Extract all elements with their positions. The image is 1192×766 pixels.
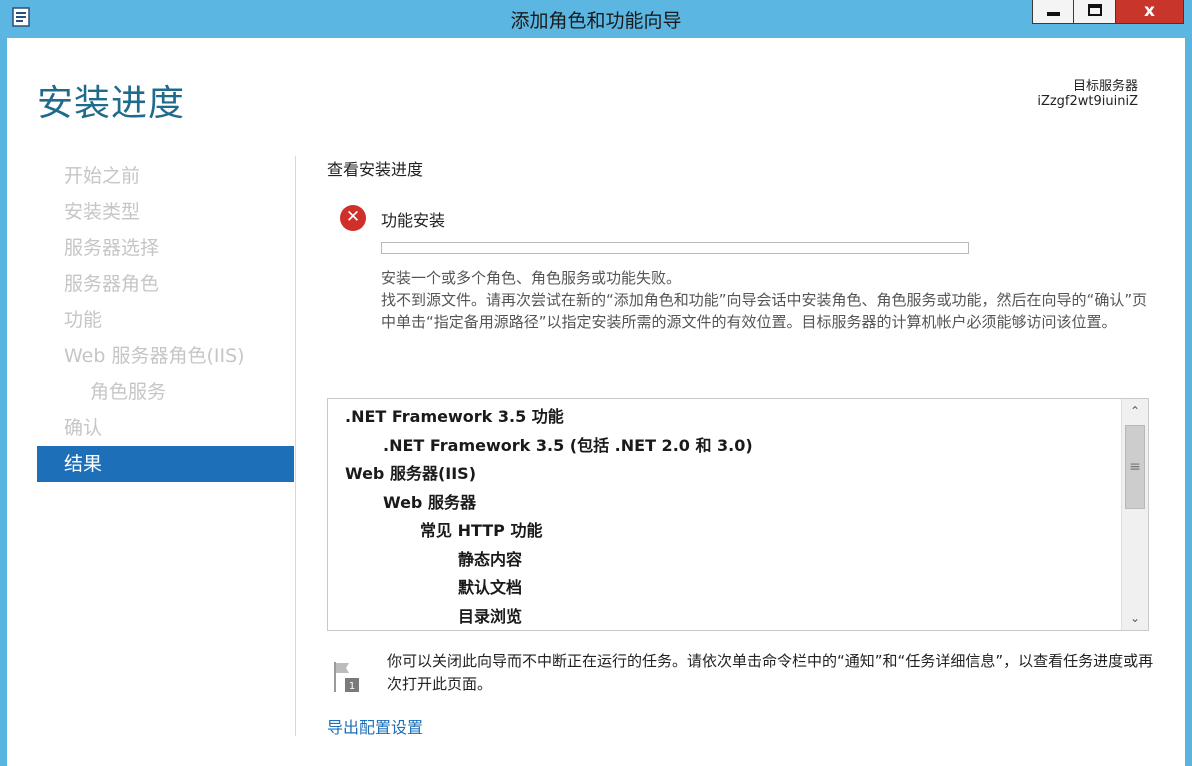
list-item: .NET Framework 3.5 功能 xyxy=(345,407,564,426)
install-progress-bar xyxy=(381,242,969,254)
minimize-icon xyxy=(1047,12,1060,16)
close-icon: x xyxy=(1144,1,1155,21)
list-item: .NET Framework 3.5 (包括 .NET 2.0 和 3.0) xyxy=(383,435,753,455)
section-title: 查看安装进度 xyxy=(327,160,424,179)
target-server-name: iZzgf2wt9iuiniZ xyxy=(1037,94,1138,109)
scroll-thumb[interactable]: ≡ xyxy=(1125,425,1145,509)
features-list-content: .NET Framework 3.5 功能 .NET Framework 3.5… xyxy=(345,403,1114,630)
nav-item-confirmation[interactable]: 确认 xyxy=(37,410,294,446)
nav-item-results[interactable]: 结果 xyxy=(37,446,294,482)
nav-divider xyxy=(295,156,296,736)
nav-item-server-roles[interactable]: 服务器角色 xyxy=(37,266,294,302)
list-item: Web 服务器 xyxy=(383,492,476,512)
list-item: 目录浏览 xyxy=(458,606,523,626)
error-message-summary: 安装一个或多个角色、角色服务或功能失败。 xyxy=(381,269,682,287)
window-title: 添加角色和功能向导 xyxy=(510,10,682,32)
nav-item-installation-type[interactable]: 安装类型 xyxy=(37,194,294,230)
main-content: 查看安装进度 ✕ 功能安装 安装一个或多个角色、角色服务或功能失败。 找不到源文… xyxy=(327,156,1157,737)
nav-item-role-services[interactable]: 角色服务 xyxy=(37,374,294,410)
page-title: 安装进度 xyxy=(37,83,186,124)
title-bar: 添加角色和功能向导 x xyxy=(0,0,1192,38)
list-item: 常见 HTTP 功能 xyxy=(420,521,543,540)
svg-text:1: 1 xyxy=(349,681,355,692)
wizard-nav: 开始之前 安装类型 服务器选择 服务器角色 功能 Web 服务器角色(IIS) … xyxy=(37,158,294,482)
features-scrollbar[interactable]: ⌃ ≡ ⌄ xyxy=(1121,399,1148,630)
maximize-icon xyxy=(1088,4,1102,16)
nav-item-features[interactable]: 功能 xyxy=(37,302,294,338)
list-item: 静态内容 xyxy=(458,549,523,569)
background-task-notice: 1 你可以关闭此向导而不中断正在运行的任务。请依次单击命令栏中的“通知”和“任务… xyxy=(327,650,1157,700)
scroll-up-arrow-icon[interactable]: ⌃ xyxy=(1122,399,1148,423)
notification-flag-icon: 1 xyxy=(334,662,359,692)
error-message: 安装一个或多个角色、角色服务或功能失败。 找不到源文件。请再次尝试在新的“添加角… xyxy=(381,267,1161,333)
nav-item-web-server-role[interactable]: Web 服务器角色(IIS) xyxy=(37,338,294,374)
list-item: Web 服务器(IIS) xyxy=(345,464,477,483)
error-icon: ✕ xyxy=(340,205,366,231)
window-controls: x xyxy=(1032,0,1184,26)
list-item: 默认文档 xyxy=(458,578,523,597)
notice-text: 你可以关闭此向导而不中断正在运行的任务。请依次单击命令栏中的“通知”和“任务详细… xyxy=(387,652,1154,693)
maximize-button[interactable] xyxy=(1074,0,1116,24)
features-list[interactable]: .NET Framework 3.5 功能 .NET Framework 3.5… xyxy=(327,398,1149,631)
scroll-down-arrow-icon[interactable]: ⌄ xyxy=(1122,606,1148,630)
nav-item-server-selection[interactable]: 服务器选择 xyxy=(37,230,294,266)
status-title: 功能安装 xyxy=(381,211,446,230)
close-button[interactable]: x xyxy=(1116,0,1184,24)
nav-item-before-you-begin[interactable]: 开始之前 xyxy=(37,158,294,194)
error-message-detail: 找不到源文件。请再次尝试在新的“添加角色和功能”向导会话中安装角色、角色服务或功… xyxy=(381,291,1148,331)
export-configuration-link[interactable]: 导出配置设置 xyxy=(327,714,423,738)
wizard-window: 安装进度 目标服务器 iZzgf2wt9iuiniZ 开始之前 安装类型 服务器… xyxy=(7,38,1185,766)
target-server-label: 目标服务器 xyxy=(1072,79,1138,94)
minimize-button[interactable] xyxy=(1032,0,1074,24)
